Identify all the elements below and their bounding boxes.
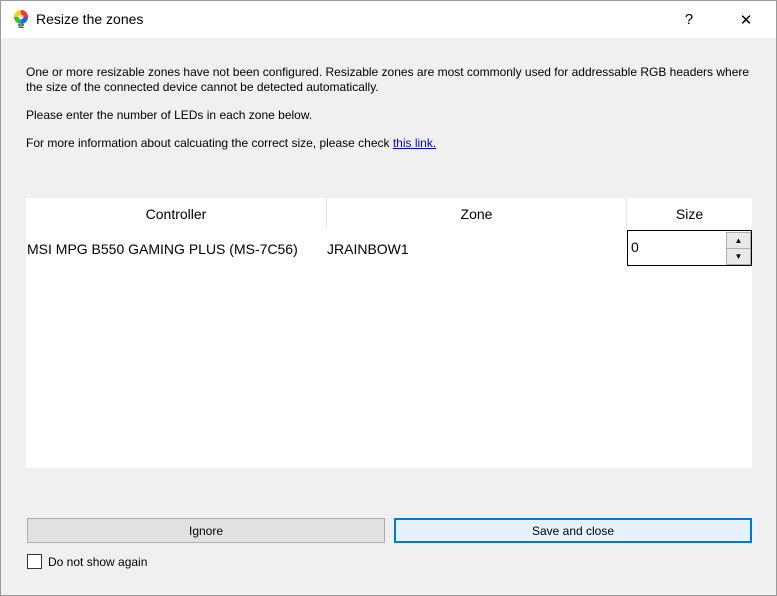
close-icon: ✕ [739, 11, 753, 29]
window-title: Resize the zones [36, 11, 144, 27]
column-header-zone[interactable]: Zone [327, 198, 627, 229]
instruction-message: Please enter the number of LEDs in each … [26, 108, 313, 122]
more-info-message: For more information about calcuating th… [26, 136, 756, 151]
do-not-show-again-label[interactable]: Do not show again [48, 555, 147, 569]
more-info-text: For more information about calcuating th… [26, 136, 393, 150]
zone-size-spinbox[interactable]: 0 ▲ ▼ [627, 230, 752, 266]
zones-table: Controller Zone Size MSI MPG B550 GAMING… [26, 198, 752, 468]
zone-size-value[interactable]: 0 [631, 239, 639, 255]
spin-down-button[interactable]: ▼ [726, 248, 751, 265]
cell-zone: JRAINBOW1 [327, 241, 409, 257]
close-button[interactable]: ✕ [723, 1, 769, 38]
help-link[interactable]: this link. [393, 136, 436, 150]
column-header-size[interactable]: Size [627, 198, 752, 229]
ignore-button[interactable]: Ignore [27, 518, 385, 543]
column-header-controller[interactable]: Controller [26, 198, 327, 229]
chevron-up-icon: ▲ [734, 236, 743, 245]
info-message: One or more resizable zones have not bee… [26, 65, 750, 94]
save-and-close-button[interactable]: Save and close [394, 518, 752, 543]
help-icon: ? [684, 11, 694, 28]
resize-zones-dialog: Resize the zones ? ✕ One or more resizab… [0, 0, 777, 596]
chevron-down-icon: ▼ [734, 252, 743, 261]
help-button[interactable]: ? [666, 1, 712, 38]
spin-up-button[interactable]: ▲ [726, 232, 751, 249]
do-not-show-again-checkbox[interactable] [27, 554, 42, 569]
cell-controller: MSI MPG B550 GAMING PLUS (MS-7C56) [27, 241, 298, 257]
spinbox-buttons: ▲ ▼ [725, 231, 751, 265]
title-bar[interactable]: Resize the zones ? ✕ [1, 1, 776, 38]
rgb-bulb-icon [12, 9, 30, 29]
